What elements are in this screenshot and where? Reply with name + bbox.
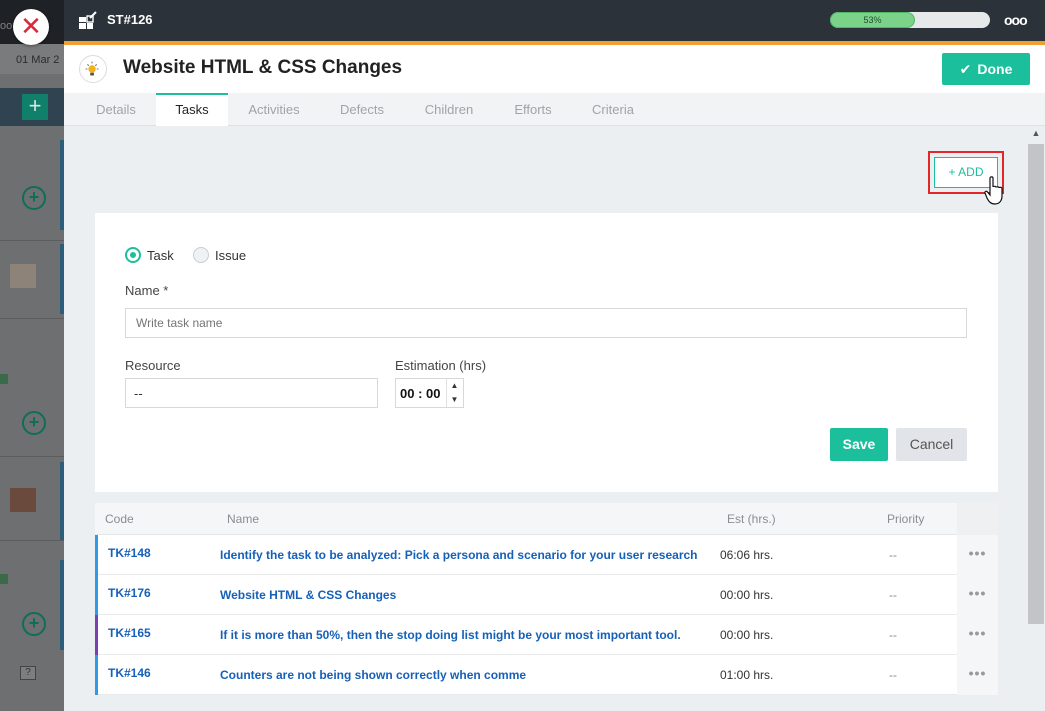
row-code[interactable]: TK#148 bbox=[108, 546, 151, 560]
estimation-stepper[interactable]: ▲ ▼ bbox=[446, 379, 462, 407]
resource-select[interactable]: -- bbox=[125, 378, 378, 408]
background-app: oo Ba 01 Mar 2 + + + + ? bbox=[0, 0, 64, 711]
progress-label: 53% bbox=[863, 15, 882, 25]
background-plus-circle-icon: + bbox=[22, 186, 46, 210]
more-options-icon[interactable]: ooo bbox=[1004, 12, 1028, 28]
row-type-marker bbox=[95, 655, 98, 695]
row-priority: -- bbox=[889, 588, 897, 602]
row-estimate: 00:00 hrs. bbox=[720, 628, 774, 642]
column-est: Est (hrs.) bbox=[727, 512, 776, 526]
hand-cursor-icon bbox=[984, 176, 1003, 205]
increment-icon[interactable]: ▲ bbox=[447, 379, 462, 393]
background-add-icon: + bbox=[22, 94, 48, 120]
column-name: Name bbox=[227, 512, 260, 526]
panel-header: Website HTML & CSS Changes ✔ Done bbox=[64, 45, 1045, 93]
tab-defects[interactable]: Defects bbox=[326, 93, 398, 126]
cancel-button[interactable]: Cancel bbox=[896, 428, 967, 461]
background-divider bbox=[0, 240, 64, 241]
row-type-marker bbox=[95, 535, 98, 575]
save-button[interactable]: Save bbox=[830, 428, 888, 461]
row-name[interactable]: Counters are not being shown correctly w… bbox=[220, 668, 526, 682]
tab-efforts[interactable]: Efforts bbox=[498, 93, 568, 126]
row-more-icon[interactable]: ••• bbox=[957, 655, 998, 695]
column-priority: Priority bbox=[887, 512, 925, 526]
table-row[interactable]: TK#165 If it is more than 50%, then the … bbox=[95, 615, 998, 655]
radio-issue[interactable]: Issue bbox=[193, 247, 246, 263]
background-help-box: ? bbox=[20, 666, 36, 680]
row-estimate: 00:00 hrs. bbox=[720, 588, 774, 602]
column-actions bbox=[957, 503, 998, 535]
row-name[interactable]: Identify the task to be analyzed: Pick a… bbox=[220, 548, 698, 562]
row-type-marker bbox=[95, 615, 98, 655]
row-name[interactable]: If it is more than 50%, then the stop do… bbox=[220, 628, 681, 642]
table-header: Code Name Est (hrs.) Priority bbox=[95, 503, 998, 535]
tab-children[interactable]: Children bbox=[412, 93, 486, 126]
scrollbar-thumb[interactable] bbox=[1028, 144, 1044, 624]
row-more-icon[interactable]: ••• bbox=[957, 575, 998, 615]
row-priority: -- bbox=[889, 548, 897, 562]
done-button[interactable]: ✔ Done bbox=[942, 53, 1030, 85]
scroll-up-icon[interactable]: ▲ bbox=[1027, 128, 1045, 142]
tab-activities[interactable]: Activities bbox=[236, 93, 312, 126]
background-avatar bbox=[10, 488, 36, 512]
progress-bar: 53% bbox=[830, 12, 990, 28]
task-name-input[interactable] bbox=[125, 308, 967, 338]
name-label: Name * bbox=[125, 283, 169, 298]
radio-issue-dot[interactable] bbox=[193, 247, 209, 263]
background-avatar bbox=[10, 264, 36, 288]
radio-task-dot[interactable] bbox=[125, 247, 141, 263]
background-plus-circle-icon: + bbox=[22, 612, 46, 636]
row-priority: -- bbox=[889, 628, 897, 642]
background-plus-circle-icon: + bbox=[22, 411, 46, 435]
story-type-icon bbox=[79, 55, 107, 83]
radio-issue-label: Issue bbox=[215, 247, 247, 263]
background-date: 01 Mar 2 bbox=[0, 44, 64, 74]
decrement-icon[interactable]: ▼ bbox=[447, 393, 462, 407]
story-edit-icon bbox=[79, 11, 97, 29]
tab-tasks[interactable]: Tasks bbox=[156, 93, 228, 126]
top-bar: ST#126 53% ooo bbox=[64, 0, 1045, 41]
done-label: Done bbox=[977, 61, 1013, 77]
column-code: Code bbox=[105, 512, 134, 526]
radio-task-label: Task bbox=[147, 247, 174, 263]
check-icon: ✔ bbox=[959, 60, 972, 77]
tab-criteria[interactable]: Criteria bbox=[578, 93, 648, 126]
background-divider bbox=[0, 318, 64, 319]
radio-task[interactable]: Task bbox=[125, 247, 174, 263]
page-title: Website HTML & CSS Changes bbox=[123, 57, 403, 78]
tab-details[interactable]: Details bbox=[80, 93, 152, 126]
row-name[interactable]: Website HTML & CSS Changes bbox=[220, 588, 396, 602]
table-row[interactable]: TK#176 Website HTML & CSS Changes 00:00 … bbox=[95, 575, 998, 615]
row-more-icon[interactable]: ••• bbox=[957, 615, 998, 655]
tab-bar: Details Tasks Activities Defects Childre… bbox=[64, 93, 1045, 126]
task-table: Code Name Est (hrs.) Priority TK#148 Ide… bbox=[95, 503, 998, 695]
row-priority: -- bbox=[889, 668, 897, 682]
row-estimate: 01:00 hrs. bbox=[720, 668, 774, 682]
row-more-icon[interactable]: ••• bbox=[957, 535, 998, 575]
close-icon[interactable]: ✕ bbox=[13, 9, 49, 45]
background-status-mark bbox=[0, 574, 8, 584]
row-estimate: 06:06 hrs. bbox=[720, 548, 774, 562]
create-task-form: Task Issue Name * Resource -- Estimation… bbox=[95, 213, 998, 492]
table-row[interactable]: TK#148 Identify the task to be analyzed:… bbox=[95, 535, 998, 575]
background-divider bbox=[0, 456, 64, 457]
background-status-mark bbox=[0, 374, 8, 384]
detail-panel: ST#126 53% ooo Website HTML & CSS Change… bbox=[64, 0, 1045, 711]
row-code[interactable]: TK#176 bbox=[108, 586, 151, 600]
story-code: ST#126 bbox=[107, 12, 153, 27]
background-divider bbox=[0, 540, 64, 541]
row-type-marker bbox=[95, 575, 98, 615]
estimation-label: Estimation (hrs) bbox=[395, 358, 487, 373]
row-code[interactable]: TK#165 bbox=[108, 626, 151, 640]
resource-label: Resource bbox=[125, 358, 181, 373]
row-code[interactable]: TK#146 bbox=[108, 666, 151, 680]
table-row[interactable]: TK#146 Counters are not being shown corr… bbox=[95, 655, 998, 695]
